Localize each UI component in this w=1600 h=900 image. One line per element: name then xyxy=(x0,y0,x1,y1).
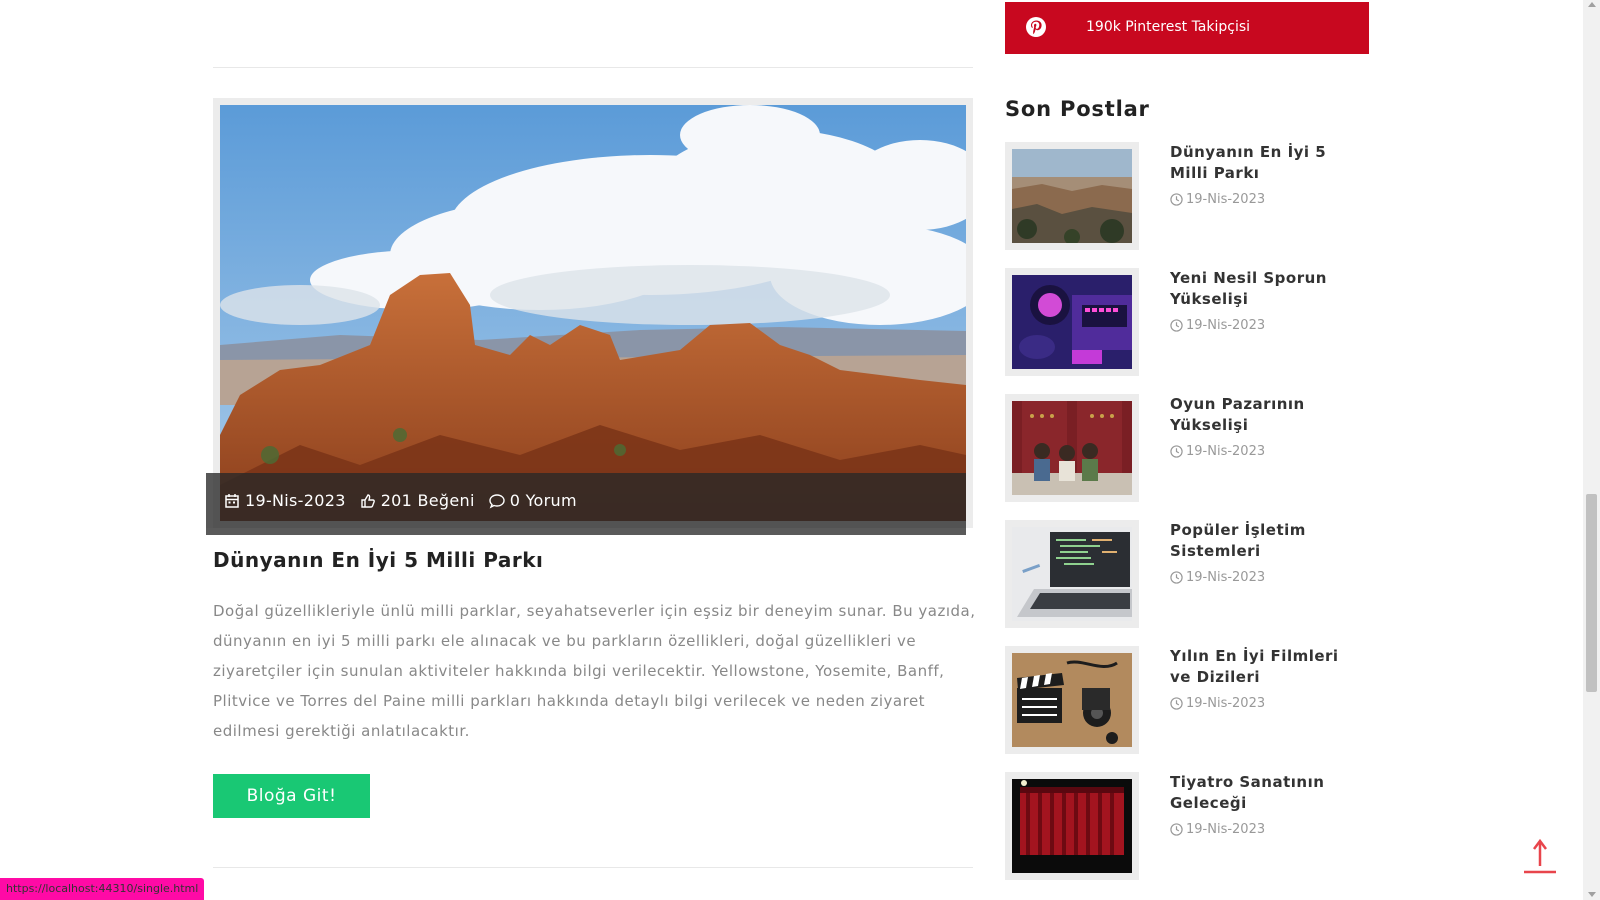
clock-icon xyxy=(1170,823,1183,836)
film-clapper-thumb xyxy=(1012,653,1132,747)
recent-post-item[interactable]: Tiyatro Sanatının Geleceği 19-Nis-2023 xyxy=(1005,772,1369,880)
recent-post-title[interactable]: Yeni Nesil Sporun Yükselişi xyxy=(1170,268,1365,310)
canyon-photo xyxy=(220,105,966,521)
arrow-up-icon xyxy=(1524,838,1556,874)
recent-post-date: 19-Nis-2023 xyxy=(1170,444,1265,459)
pinterest-icon xyxy=(1026,17,1046,37)
scroll-up-arrow-icon[interactable] xyxy=(1588,2,1596,7)
recent-post-date-text: 19-Nis-2023 xyxy=(1186,444,1266,459)
divider-top xyxy=(213,67,973,68)
post-image-frame[interactable]: 19-Nis-2023 201 Beğeni 0 Yorum xyxy=(206,98,973,535)
recent-post-title[interactable]: Dünyanın En İyi 5 Milli Parkı xyxy=(1170,142,1365,184)
back-to-top-button[interactable] xyxy=(1522,838,1558,876)
divider-bottom xyxy=(213,867,973,868)
post-likes[interactable]: 201 Beğeni xyxy=(360,491,475,510)
recent-post-title[interactable]: Tiyatro Sanatının Geleceği xyxy=(1170,772,1365,814)
post-meta-bar: 19-Nis-2023 201 Beğeni 0 Yorum xyxy=(206,473,966,535)
recent-post-thumbnail[interactable] xyxy=(1005,268,1139,376)
recent-post-title[interactable]: Yılın En İyi Filmleri ve Dizileri xyxy=(1170,646,1365,688)
post-excerpt: Doğal güzellikleriyle ünlü milli parklar… xyxy=(213,602,976,740)
recent-post-item[interactable]: Oyun Pazarının Yükselişi 19-Nis-2023 xyxy=(1005,394,1369,502)
grand-canyon-thumb xyxy=(1012,149,1132,243)
recent-post-date: 19-Nis-2023 xyxy=(1170,192,1265,207)
status-bar-url: https://localhost:44310/single.html xyxy=(0,878,205,900)
clock-icon xyxy=(1170,571,1183,584)
pinterest-follow-bar[interactable]: 190k Pinterest Takipçisi xyxy=(1005,2,1369,54)
recent-post-date-text: 19-Nis-2023 xyxy=(1186,318,1266,333)
scroll-down-arrow-icon[interactable] xyxy=(1588,892,1596,897)
recent-post-thumbnail[interactable] xyxy=(1005,142,1139,250)
recent-post-date: 19-Nis-2023 xyxy=(1170,696,1265,711)
calendar-icon xyxy=(225,493,239,508)
esports-gear-thumb xyxy=(1012,275,1132,369)
clock-icon xyxy=(1170,697,1183,710)
recent-post-date-text: 19-Nis-2023 xyxy=(1186,822,1266,837)
recent-post-title[interactable]: Oyun Pazarının Yükselişi xyxy=(1170,394,1365,436)
recent-post-title[interactable]: Popüler İşletim Sistemleri xyxy=(1170,520,1365,562)
post-date-text: 19-Nis-2023 xyxy=(245,491,346,510)
recent-post-item[interactable]: Yılın En İyi Filmleri ve Dizileri 19-Nis… xyxy=(1005,646,1369,754)
theater-curtain-thumb xyxy=(1012,779,1132,873)
recent-post-thumbnail[interactable] xyxy=(1005,520,1139,628)
scrollbar-thumb[interactable] xyxy=(1586,494,1597,692)
post-image[interactable] xyxy=(220,105,966,521)
recent-post-item[interactable]: Dünyanın En İyi 5 Milli Parkı 19-Nis-202… xyxy=(1005,142,1369,250)
pinterest-follow-label: 190k Pinterest Takipçisi xyxy=(1086,19,1251,35)
recent-post-item[interactable]: Popüler İşletim Sistemleri 19-Nis-2023 xyxy=(1005,520,1369,628)
recent-post-thumbnail[interactable] xyxy=(1005,646,1139,754)
recent-post-thumbnail[interactable] xyxy=(1005,772,1139,880)
laptop-thumb xyxy=(1012,527,1132,621)
page-scrollbar[interactable] xyxy=(1583,0,1600,900)
clock-icon xyxy=(1170,193,1183,206)
recent-posts-heading: Son Postlar xyxy=(1005,97,1150,121)
recent-post-thumbnail[interactable] xyxy=(1005,394,1139,502)
post-likes-text: 201 Beğeni xyxy=(380,491,475,510)
post-title[interactable]: Dünyanın En İyi 5 Milli Parkı xyxy=(213,548,543,572)
recent-post-date: 19-Nis-2023 xyxy=(1170,570,1265,585)
recent-post-date: 19-Nis-2023 xyxy=(1170,822,1265,837)
kids-gaming-thumb xyxy=(1012,401,1132,495)
comment-icon xyxy=(489,493,505,508)
recent-post-date: 19-Nis-2023 xyxy=(1170,318,1265,333)
go-to-blog-button[interactable]: Bloğa Git! xyxy=(213,774,370,818)
clock-icon xyxy=(1170,445,1183,458)
post-comments[interactable]: 0 Yorum xyxy=(489,491,577,510)
recent-post-date-text: 19-Nis-2023 xyxy=(1186,192,1266,207)
recent-post-date-text: 19-Nis-2023 xyxy=(1186,696,1266,711)
post-date: 19-Nis-2023 xyxy=(224,491,346,510)
thumbs-up-icon xyxy=(360,493,375,508)
recent-post-date-text: 19-Nis-2023 xyxy=(1186,570,1266,585)
post-comments-text: 0 Yorum xyxy=(509,491,577,510)
clock-icon xyxy=(1170,319,1183,332)
recent-post-item[interactable]: Yeni Nesil Sporun Yükselişi 19-Nis-2023 xyxy=(1005,268,1369,376)
